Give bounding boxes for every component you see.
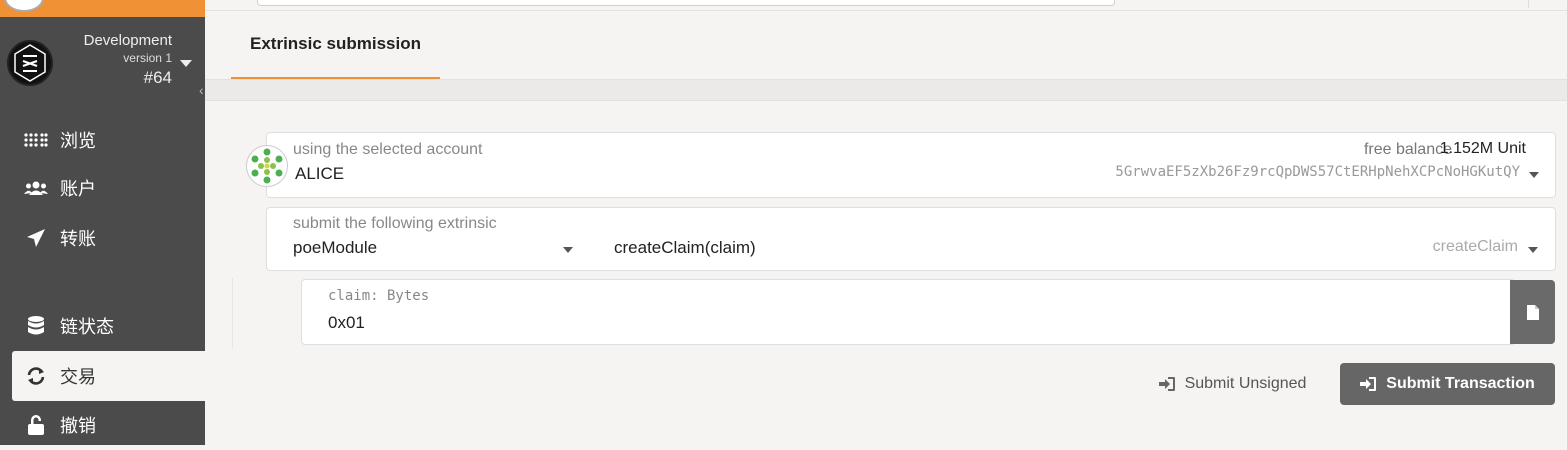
sidebar-item-sudo[interactable]: 撤销 [12, 400, 205, 450]
balance-value: 1.152M Unit [1439, 140, 1526, 157]
method-signature[interactable]: createClaim(claim) [614, 238, 756, 258]
chain-name[interactable]: Development [84, 32, 172, 50]
claim-input[interactable]: claim: Bytes 0x01 [301, 279, 1513, 345]
chain-version: version 1 [123, 51, 172, 65]
unlock-icon [24, 415, 48, 435]
block-number: #64 [143, 68, 172, 87]
sign-in-icon [1360, 377, 1377, 391]
account-selector[interactable]: using the selected account ALICE free ba… [266, 132, 1556, 198]
sync-icon [24, 366, 48, 386]
file-upload-button[interactable] [1510, 280, 1555, 344]
sidebar-item-label: 撤销 [60, 416, 96, 436]
method-select[interactable]: createClaim [1433, 238, 1518, 256]
account-address: 5GrwvaEF5zXb26Fz9rcQpDWS57CtERHpNehXCPcN… [1115, 164, 1520, 180]
sidebar-item-label: 转账 [60, 229, 96, 249]
sign-in-icon [1158, 377, 1175, 391]
sidebar-accent-bar [0, 0, 205, 17]
sidebar-item-label: 链状态 [60, 317, 114, 337]
sidebar-item-label: 交易 [60, 367, 96, 387]
grid-icon [24, 130, 48, 150]
claim-label: claim: Bytes [328, 288, 430, 304]
extrinsic-selector: submit the following extrinsic poeModule… [266, 207, 1556, 271]
chevron-left-icon[interactable]: ‹ [199, 82, 204, 98]
users-icon [24, 178, 48, 198]
sidebar-item-transfer[interactable]: 转账 [12, 213, 205, 263]
param-indent-line [232, 278, 233, 348]
claim-value[interactable]: 0x01 [328, 313, 365, 333]
extrinsic-label: submit the following extrinsic [293, 215, 497, 232]
submit-unsigned-button[interactable]: Submit Unsigned [1140, 363, 1325, 405]
sidebar-item-extrinsics[interactable]: 交易 [12, 351, 205, 401]
module-select[interactable]: poeModule [293, 238, 377, 258]
submit-unsigned-label: Submit Unsigned [1184, 375, 1307, 392]
divider [1528, 0, 1529, 8]
sidebar-item-label: 浏览 [60, 131, 96, 151]
menu-logo[interactable] [4, 0, 44, 12]
submit-transaction-label: Submit Transaction [1386, 375, 1535, 392]
top-strip [205, 0, 1567, 11]
top-input-edge[interactable] [257, 0, 1115, 6]
account-label: using the selected account [293, 141, 483, 158]
sidebar-item-accounts[interactable]: 账户 [12, 163, 205, 213]
chevron-down-icon[interactable] [1528, 247, 1538, 253]
submit-transaction-button[interactable]: Submit Transaction [1340, 363, 1555, 405]
file-icon [1526, 304, 1539, 320]
tab-extrinsic-submission[interactable]: Extrinsic submission [231, 11, 440, 79]
chevron-down-icon[interactable] [180, 60, 192, 67]
chevron-down-icon[interactable] [563, 247, 573, 253]
database-icon [24, 316, 48, 336]
sidebar-item-label: 账户 [60, 179, 96, 199]
chevron-down-icon[interactable] [1529, 172, 1539, 178]
send-icon [24, 228, 48, 248]
sidebar-item-explorer[interactable]: 浏览 [12, 115, 205, 165]
sub-header-bar [205, 80, 1567, 101]
tab-bar: Extrinsic submission [205, 11, 1567, 80]
account-avatar [246, 145, 288, 187]
account-name: ALICE [295, 164, 345, 183]
sidebar-item-chainstate[interactable]: 链状态 [12, 301, 205, 351]
chain-logo-icon [7, 40, 53, 86]
sidebar: Development version 1 #64 ‹ 浏览 账户 转账 链状态… [0, 0, 205, 445]
